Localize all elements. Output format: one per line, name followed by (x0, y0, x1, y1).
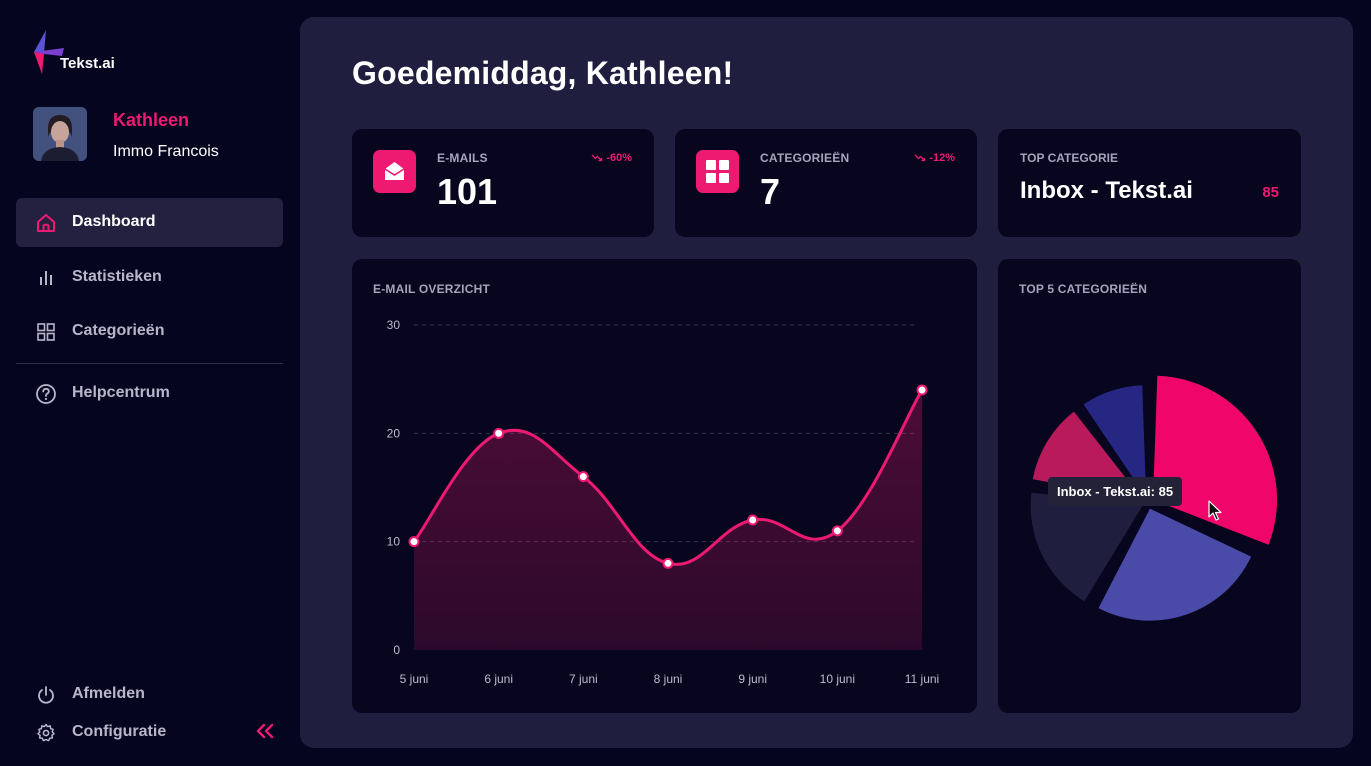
avatar (33, 107, 87, 161)
nav-item-configuratie[interactable]: Configuratie (16, 708, 283, 757)
top-category-count: 85 (1262, 184, 1279, 201)
nav-label-categorieen: Categorieën (72, 322, 165, 339)
grid-icon (706, 160, 729, 183)
logo-text: Tekst.ai (60, 55, 115, 72)
nav-item-statistieken[interactable]: Statistieken (16, 253, 283, 302)
nav-label-dashboard: Dashboard (72, 213, 156, 230)
nav-divider (16, 363, 283, 364)
stat-icon-box (373, 150, 416, 193)
sidebar: Tekst.ai Kathleen Immo Francois Dashboar… (0, 0, 300, 766)
pie-tooltip: Inbox - Tekst.ai: 85 (1048, 477, 1183, 506)
bar-chart-icon (40, 271, 52, 285)
user-profile[interactable]: Kathleen Immo Francois (33, 107, 283, 163)
stat-change-categories-text: -12% (929, 152, 955, 164)
stat-value-emails: 101 (437, 171, 498, 212)
tekst-ai-logo[interactable]: Tekst.ai (32, 30, 152, 76)
x-tick-label: 10 juni (820, 672, 855, 686)
data-point[interactable] (916, 384, 928, 396)
main-panel: Goedemiddag, Kathleen! E-MAILS 101 -60% (300, 17, 1353, 748)
y-tick-label: 0 (393, 643, 400, 657)
nav-label-helpcentrum: Helpcentrum (72, 384, 170, 401)
stat-change-emails: -60% (591, 152, 632, 164)
page-greeting: Goedemiddag, Kathleen! (352, 55, 734, 91)
top-category-card[interactable]: TOP CATEGORIE Inbox - Tekst.ai 85 (998, 129, 1301, 237)
nav-item-dashboard[interactable]: Dashboard (16, 198, 283, 247)
nav-label-statistieken: Statistieken (72, 268, 162, 285)
stat-icon-box (696, 150, 739, 193)
grid-icon (37, 323, 55, 341)
x-tick-label: 9 juni (738, 672, 767, 686)
y-tick-label: 20 (387, 426, 401, 440)
nav-label-afmelden: Afmelden (72, 685, 145, 702)
nav-item-helpcentrum[interactable]: Helpcentrum (16, 369, 283, 418)
data-point[interactable] (831, 525, 843, 537)
trend-down-icon (591, 154, 603, 162)
data-point[interactable] (493, 427, 505, 439)
y-tick-label: 30 (387, 318, 401, 332)
power-icon (38, 686, 54, 704)
gear-icon (37, 723, 55, 742)
email-overview-card: E-MAIL OVERZICHT 0 10 20 30 5 juni 6 juni 7 ju… (352, 259, 977, 713)
stat-label-categories: CATEGORIEËN (760, 151, 850, 165)
nav-label-configuratie: Configuratie (72, 723, 167, 740)
x-tick-label: 5 juni (400, 672, 429, 686)
x-tick-label: 7 juni (569, 672, 598, 686)
stat-card-categories[interactable]: CATEGORIEËN 7 -12% (675, 129, 977, 237)
collapse-sidebar-icon[interactable] (253, 719, 277, 743)
stat-card-emails[interactable]: E-MAILS 101 -60% (352, 129, 654, 237)
y-tick-label: 10 (387, 535, 401, 549)
data-point[interactable] (577, 471, 589, 483)
envelope-open-icon (384, 162, 405, 180)
stat-change-emails-text: -60% (606, 152, 632, 164)
x-tick-label: 11 juni (905, 672, 939, 686)
mouse-cursor-icon (1208, 500, 1222, 521)
email-overview-chart[interactable]: 0 10 20 30 5 juni 6 juni 7 juni 8 juni 9 juni 10 … (352, 259, 977, 713)
user-company: Immo Francois (113, 143, 219, 160)
x-tick-label: 8 juni (654, 672, 683, 686)
data-point[interactable] (662, 557, 674, 569)
stat-value-categories: 7 (760, 171, 781, 212)
top5-categories-card: TOP 5 CATEGORIEËN Inbox - Tekst.ai: 85 (998, 259, 1301, 713)
stat-change-categories: -12% (914, 152, 955, 164)
nav-item-categorieen[interactable]: Categorieën (16, 307, 283, 356)
area-fill (414, 390, 922, 650)
data-point[interactable] (747, 514, 759, 526)
top-category-name: Inbox - Tekst.ai (1020, 177, 1193, 204)
help-circle-icon (36, 384, 56, 404)
top-category-label: TOP CATEGORIE (1020, 151, 1119, 165)
trend-down-icon (914, 154, 926, 162)
home-icon (37, 214, 55, 232)
x-tick-label: 6 juni (484, 672, 513, 686)
data-point[interactable] (408, 536, 420, 548)
user-name: Kathleen (113, 110, 190, 130)
stat-label-emails: E-MAILS (437, 151, 488, 165)
